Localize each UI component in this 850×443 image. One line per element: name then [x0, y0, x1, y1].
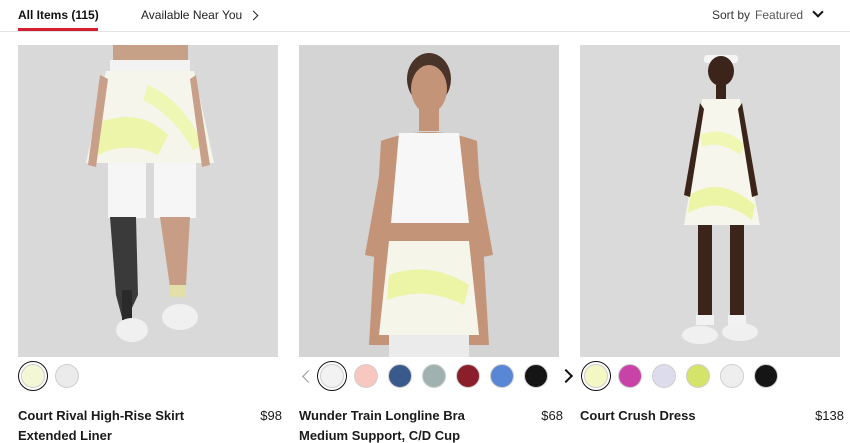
chevron-right-icon [248, 10, 259, 20]
swatch-5[interactable] [490, 364, 514, 388]
product-name[interactable]: Court Rival High-Rise Skirt Extended Lin… [18, 406, 184, 443]
product-price: $68 [541, 408, 563, 423]
swatch-3[interactable] [422, 364, 446, 388]
product-name-line1: Court Rival High-Rise Skirt [18, 408, 185, 423]
swatch-1[interactable] [354, 364, 378, 388]
active-tab-underline [18, 28, 98, 31]
color-swatches [18, 361, 89, 391]
product-photo-bra [299, 45, 559, 357]
swatch-1[interactable] [618, 364, 642, 388]
product-name-line1: Court Crush Dress [580, 408, 696, 423]
swatch-0[interactable] [317, 361, 347, 391]
product-name-line2: Extended Liner [18, 428, 112, 443]
product-price: $98 [260, 408, 282, 423]
product-photo-dress [580, 45, 840, 357]
swatch-4[interactable] [456, 364, 480, 388]
swatch-3[interactable] [686, 364, 710, 388]
swatch-5[interactable] [754, 364, 778, 388]
swatch-6[interactable] [524, 364, 548, 388]
color-swatches [300, 361, 578, 391]
sort-label: Sort by [712, 8, 751, 22]
product-price: $138 [815, 408, 844, 423]
product-image[interactable] [299, 45, 559, 357]
sort-value: Featured [755, 8, 804, 22]
product-card [580, 45, 840, 357]
swatch-2[interactable] [388, 364, 412, 388]
product-photo-skirt [18, 45, 278, 357]
available-near-you-label: Available Near You [141, 8, 243, 22]
product-image[interactable] [580, 45, 840, 357]
sort-dropdown[interactable]: Sort by Featured [712, 6, 824, 22]
product-name[interactable]: Wunder Train Longline Bra Medium Support… [299, 406, 465, 443]
swatch-2[interactable] [652, 364, 676, 388]
swatch-1[interactable] [55, 364, 79, 388]
product-name[interactable]: Court Crush Dress [580, 406, 696, 426]
product-name-line2: Medium Support, C/D Cup [299, 428, 461, 443]
filter-bar: All Items (115) Available Near You Sort … [0, 0, 850, 32]
product-card [299, 45, 559, 357]
swatch-prev-arrow-icon[interactable] [300, 364, 316, 388]
tab-all-items[interactable]: All Items (115) [18, 8, 99, 22]
swatch-0[interactable] [581, 361, 611, 391]
swatch-0[interactable] [18, 361, 48, 391]
swatch-4[interactable] [720, 364, 744, 388]
available-near-you-link[interactable]: Available Near You [141, 8, 259, 22]
color-swatches [581, 361, 788, 391]
product-name-line1: Wunder Train Longline Bra [299, 408, 465, 423]
product-card [18, 45, 278, 357]
chevron-down-icon [812, 6, 824, 18]
product-image[interactable] [18, 45, 278, 357]
swatch-next-arrow-icon[interactable] [558, 364, 574, 388]
